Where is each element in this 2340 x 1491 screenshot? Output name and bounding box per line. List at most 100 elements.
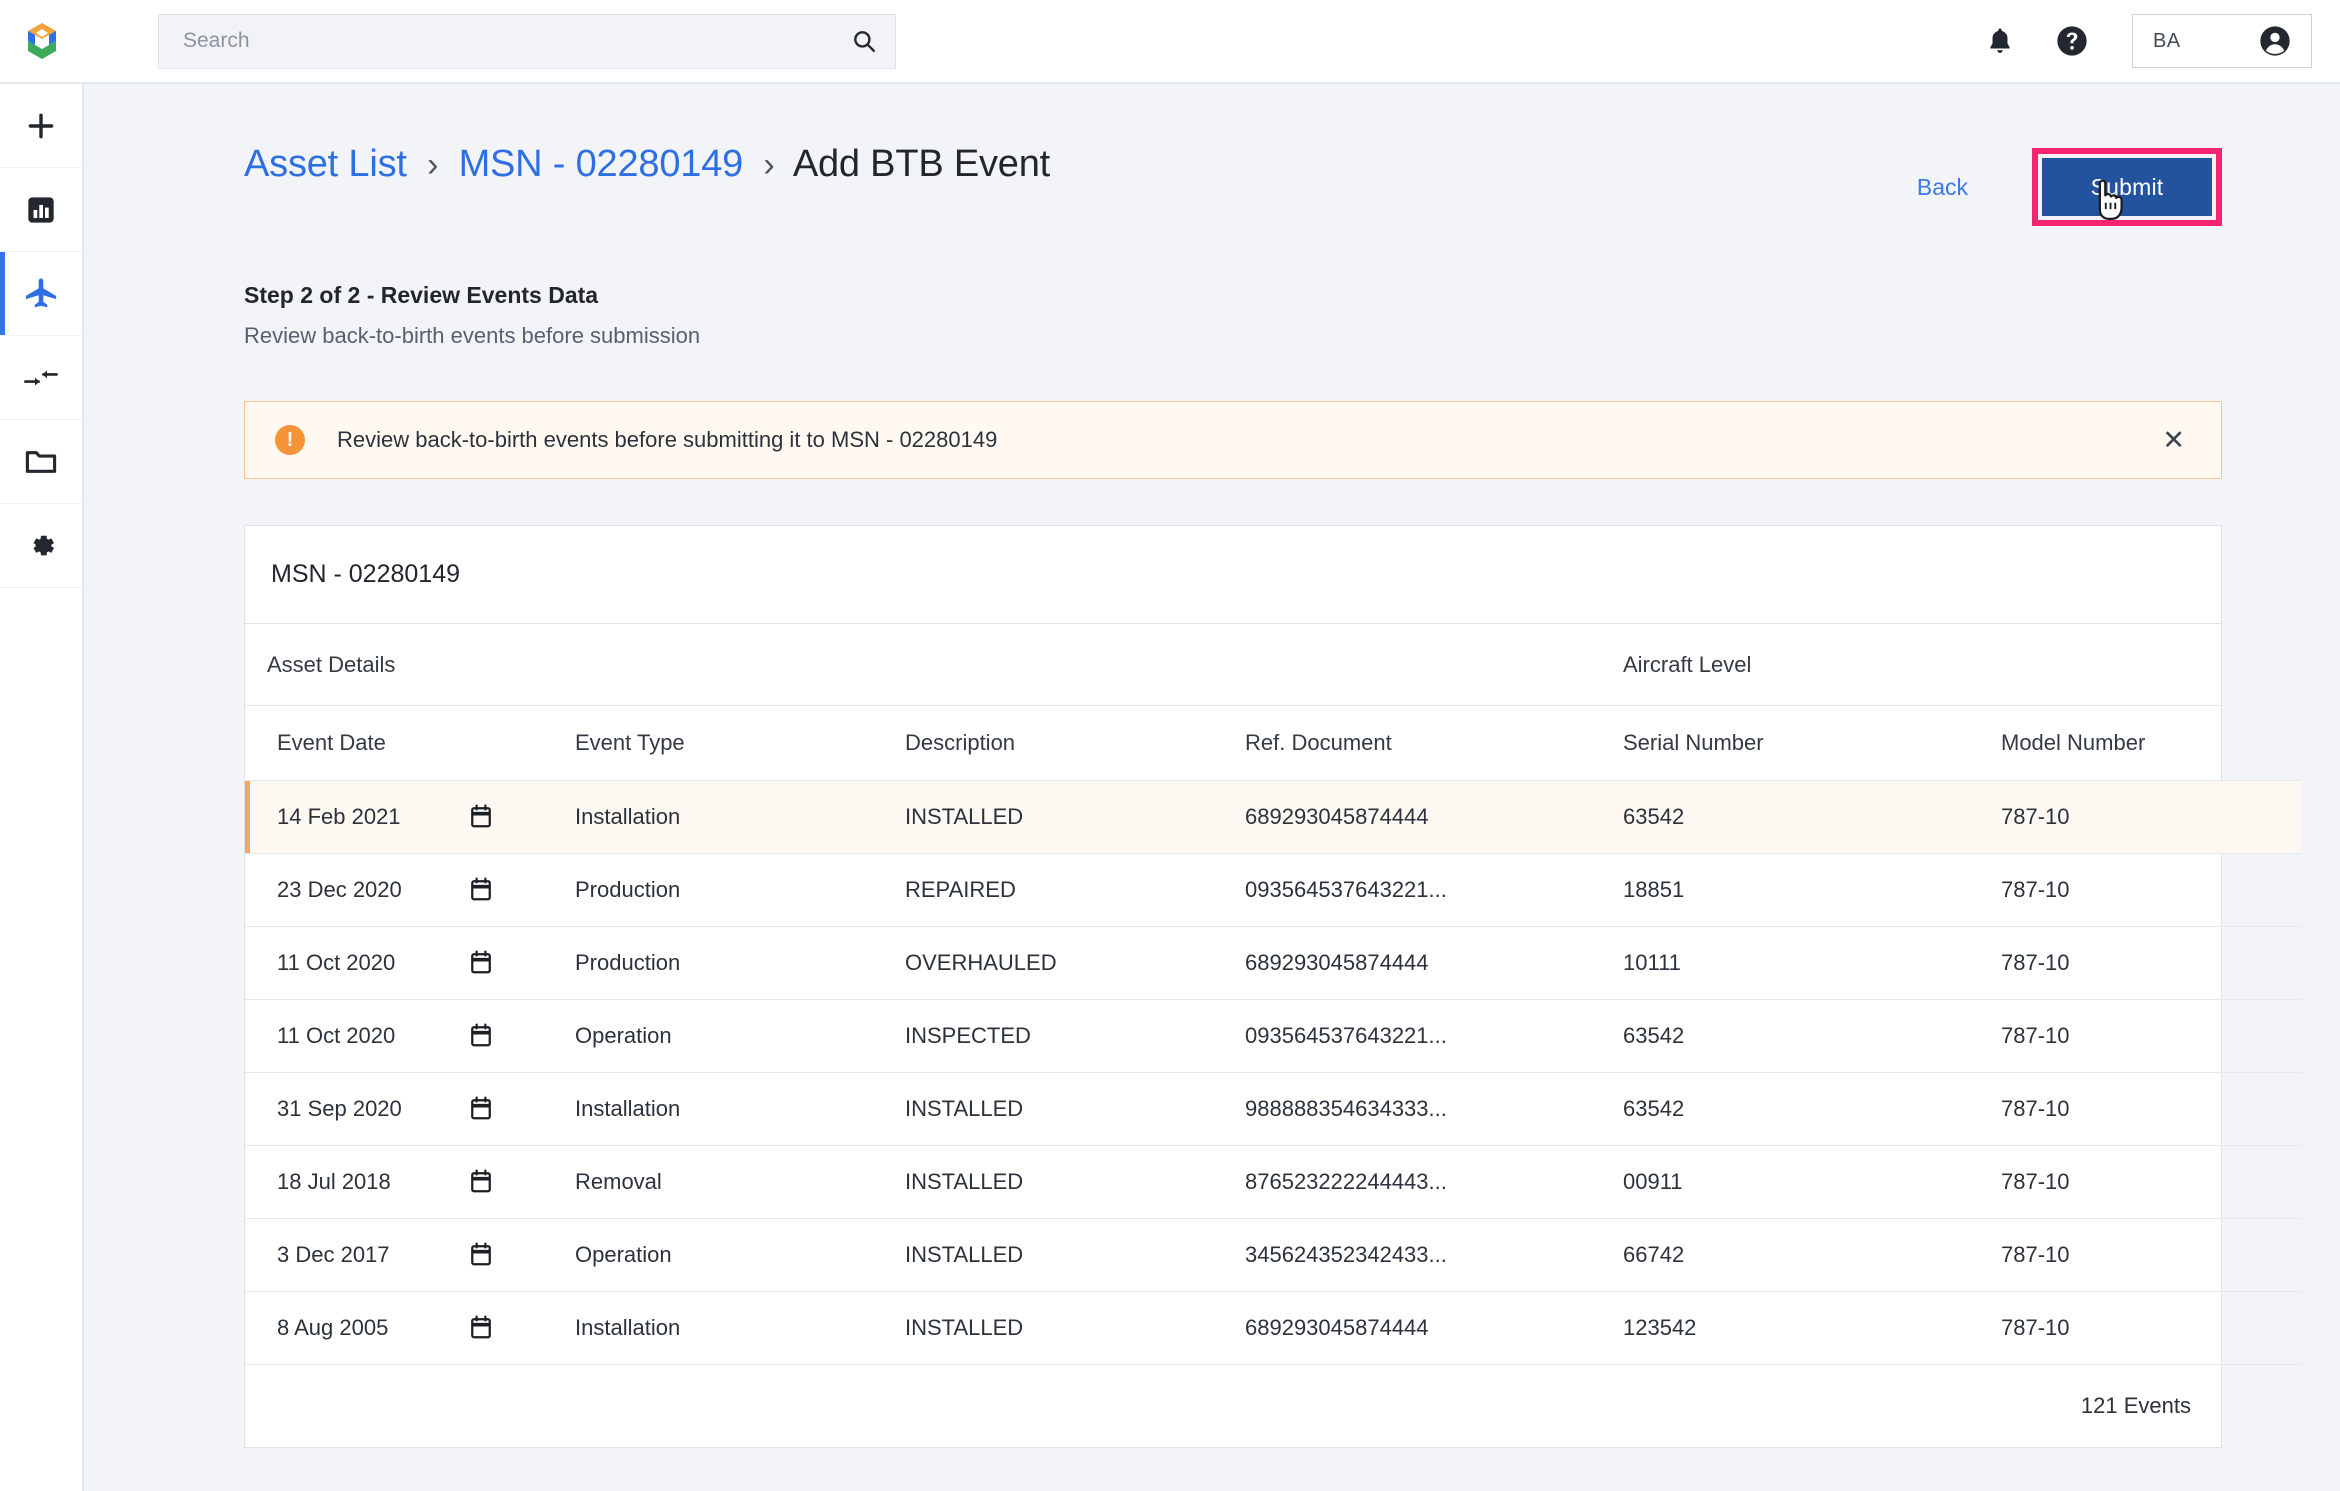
- page-header-actions: Back Submit: [1899, 144, 2222, 226]
- topbar-actions: BA: [1964, 11, 2312, 71]
- question-circle-icon: [2057, 26, 2087, 56]
- table-row[interactable]: 3 Dec 2017 Operation INSTALLED 345624352342…: [245, 1218, 2301, 1292]
- cell-event-type: Production: [575, 926, 905, 1000]
- cell-event-type: Operation: [575, 999, 905, 1073]
- sidebar-item-settings[interactable]: [0, 504, 82, 588]
- body-row: Asset List › MSN - 02280149 › Add BTB Ev…: [0, 84, 2340, 1491]
- cell-serial-number: 66742: [1623, 1218, 2001, 1292]
- bell-icon: [1990, 28, 2010, 53]
- calendar-icon[interactable]: [469, 877, 493, 903]
- table-row[interactable]: 11 Oct 2020 Operation INSPECTED 09356453764…: [245, 999, 2301, 1073]
- sidebar-empty-space: [0, 588, 82, 1491]
- event-date-value: 8 Aug 2005: [277, 1314, 389, 1340]
- gear-icon: [33, 535, 55, 555]
- table-row[interactable]: 18 Jul 2018 Removal INSTALLED 8765232222444…: [245, 1145, 2301, 1219]
- alert-banner: ! Review back-to-birth events before sub…: [244, 401, 2222, 479]
- sidebar: [0, 84, 84, 1491]
- sidebar-item-add[interactable]: [0, 84, 82, 168]
- cell-event-type: Operation: [575, 1218, 905, 1292]
- column-header-event-date[interactable]: Event Date: [245, 706, 575, 781]
- breadcrumb-separator-2: ›: [763, 146, 775, 184]
- main-content: Asset List › MSN - 02280149 › Add BTB Ev…: [84, 84, 2340, 1491]
- breadcrumb: Asset List › MSN - 02280149 › Add BTB Ev…: [244, 143, 1051, 186]
- sidebar-item-transfer[interactable]: [0, 336, 82, 420]
- cell-event-date: 23 Dec 2020: [245, 853, 575, 927]
- cell-description: REPAIRED: [905, 853, 1245, 927]
- search-bar[interactable]: [158, 13, 896, 69]
- table-row[interactable]: 8 Aug 2005 Installation INSTALLED 689293045…: [245, 1291, 2301, 1365]
- search-icon[interactable]: [851, 28, 877, 54]
- cell-event-type: Production: [575, 853, 905, 927]
- event-date-value: 23 Dec 2020: [277, 876, 402, 902]
- breadcrumb-separator-1: ›: [427, 146, 439, 184]
- cell-model-number: 787-10: [2001, 999, 2301, 1073]
- back-button[interactable]: Back: [1899, 164, 1986, 211]
- table-row[interactable]: 31 Sep 2020 Installation INSTALLED 98888835…: [245, 1072, 2301, 1146]
- step-subtitle: Review back-to-birth events before submi…: [244, 323, 701, 348]
- events-table: Event Date Event Type Description Ref. D…: [245, 706, 2301, 1365]
- breadcrumb-asset-list[interactable]: Asset List: [244, 143, 407, 185]
- cell-description: INSTALLED: [905, 1218, 1245, 1292]
- cell-description: INSTALLED: [905, 1072, 1245, 1146]
- calendar-icon[interactable]: [469, 1315, 493, 1341]
- alert-message: Review back-to-birth events before submi…: [337, 427, 998, 452]
- cell-description: OVERHAULED: [905, 926, 1245, 1000]
- help-button[interactable]: [2036, 11, 2108, 71]
- cell-serial-number: 10111: [1623, 926, 2001, 1000]
- submit-button[interactable]: Submit: [2042, 158, 2212, 216]
- sidebar-item-aircraft[interactable]: [0, 252, 82, 336]
- event-date-value: 3 Dec 2017: [277, 1241, 390, 1267]
- event-date-value: 11 Oct 2020: [277, 1022, 396, 1048]
- cell-serial-number: 123542: [1623, 1291, 2001, 1365]
- table-row[interactable]: 14 Feb 2021 Installation INSTALLED 68929304…: [245, 780, 2301, 854]
- cell-ref-document: 689293045874444: [1245, 780, 1623, 854]
- cell-model-number: 787-10: [2001, 1218, 2301, 1292]
- cell-serial-number: 18851: [1623, 853, 2001, 927]
- cell-event-date: 14 Feb 2021: [245, 780, 575, 854]
- calendar-icon[interactable]: [469, 804, 493, 830]
- column-header-description[interactable]: Description: [905, 706, 1245, 781]
- bar-chart-icon: [28, 196, 54, 223]
- cell-serial-number: 63542: [1623, 1072, 2001, 1146]
- user-menu[interactable]: BA: [2132, 14, 2312, 68]
- breadcrumb-current: Add BTB Event: [792, 143, 1051, 185]
- cell-event-date: 8 Aug 2005: [245, 1291, 575, 1365]
- cell-ref-document: 876523222244443...: [1245, 1145, 1623, 1219]
- breadcrumb-msn[interactable]: MSN - 02280149: [459, 143, 744, 185]
- column-header-model-number[interactable]: Model Number: [2001, 706, 2301, 781]
- calendar-icon[interactable]: [469, 1096, 493, 1122]
- column-header-event-type[interactable]: Event Type: [575, 706, 905, 781]
- cell-event-type: Installation: [575, 780, 905, 854]
- notifications-button[interactable]: [1964, 11, 2036, 71]
- table-row[interactable]: 11 Oct 2020 Production OVERHAULED 689293045…: [245, 926, 2301, 1000]
- calendar-icon[interactable]: [469, 950, 493, 976]
- arrows-compress-icon: [24, 369, 58, 386]
- cell-event-date: 11 Oct 2020: [245, 926, 575, 1000]
- cell-event-date: 3 Dec 2017: [245, 1218, 575, 1292]
- column-group-header: Asset Details Aircraft Level: [245, 624, 2221, 706]
- table-row[interactable]: 23 Dec 2020 Production REPAIRED 09356453764…: [245, 853, 2301, 927]
- calendar-icon[interactable]: [469, 1169, 493, 1195]
- close-icon[interactable]: ✕: [2152, 419, 2195, 462]
- event-date-value: 14 Feb 2021: [277, 803, 401, 829]
- cell-serial-number: 00911: [1623, 1145, 2001, 1219]
- column-header-serial-number[interactable]: Serial Number: [1623, 706, 2001, 781]
- cell-ref-document: 345624352342433...: [1245, 1218, 1623, 1292]
- brand-logo[interactable]: [0, 0, 84, 83]
- calendar-icon[interactable]: [469, 1242, 493, 1268]
- cell-ref-document: 988888354634333...: [1245, 1072, 1623, 1146]
- cell-description: INSTALLED: [905, 1291, 1245, 1365]
- sidebar-item-documents[interactable]: [0, 420, 82, 504]
- cell-model-number: 787-10: [2001, 1291, 2301, 1365]
- user-initials: BA: [2153, 29, 2181, 52]
- cell-model-number: 787-10: [2001, 1072, 2301, 1146]
- event-date-value: 18 Jul 2018: [277, 1168, 391, 1194]
- column-header-ref-document[interactable]: Ref. Document: [1245, 706, 1623, 781]
- exclamation-icon: !: [275, 425, 305, 455]
- calendar-icon[interactable]: [469, 1023, 493, 1049]
- search-input[interactable]: [183, 29, 851, 53]
- cell-ref-document: 689293045874444: [1245, 1291, 1623, 1365]
- cell-ref-document: 093564537643221...: [1245, 853, 1623, 927]
- page-header: Asset List › MSN - 02280149 › Add BTB Ev…: [244, 84, 2222, 226]
- sidebar-item-dashboard[interactable]: [0, 168, 82, 252]
